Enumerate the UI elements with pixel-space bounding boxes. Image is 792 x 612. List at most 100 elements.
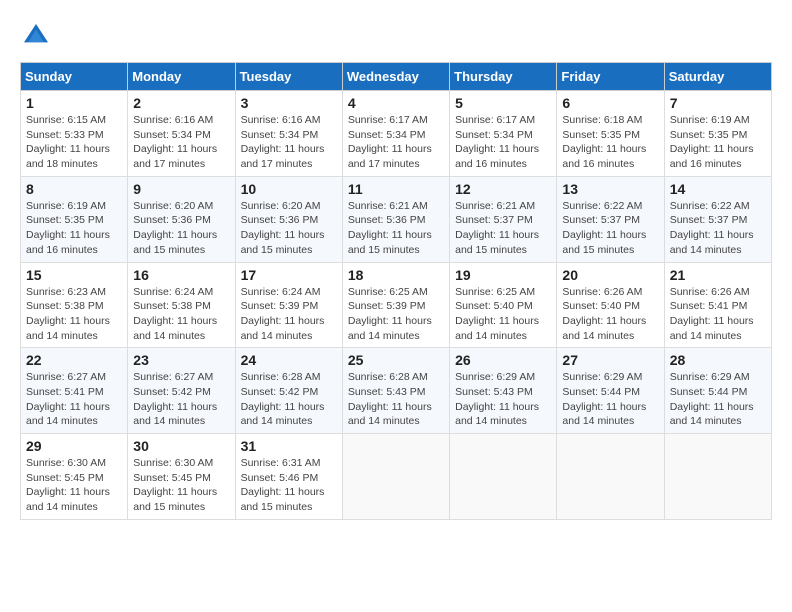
- calendar-day-header: Monday: [128, 63, 235, 91]
- calendar-day-cell: 19 Sunrise: 6:25 AMSunset: 5:40 PMDaylig…: [450, 262, 557, 348]
- day-number: 20: [562, 267, 658, 283]
- calendar-day-cell: 15 Sunrise: 6:23 AMSunset: 5:38 PMDaylig…: [21, 262, 128, 348]
- day-detail: Sunrise: 6:18 AMSunset: 5:35 PMDaylight:…: [562, 113, 658, 172]
- calendar-day-cell: 11 Sunrise: 6:21 AMSunset: 5:36 PMDaylig…: [342, 176, 449, 262]
- calendar-week-row: 1 Sunrise: 6:15 AMSunset: 5:33 PMDayligh…: [21, 91, 772, 177]
- day-number: 28: [670, 352, 766, 368]
- calendar-day-cell: 12 Sunrise: 6:21 AMSunset: 5:37 PMDaylig…: [450, 176, 557, 262]
- calendar-day-cell: 21 Sunrise: 6:26 AMSunset: 5:41 PMDaylig…: [664, 262, 771, 348]
- calendar-day-cell: 28 Sunrise: 6:29 AMSunset: 5:44 PMDaylig…: [664, 348, 771, 434]
- calendar-day-header: Tuesday: [235, 63, 342, 91]
- calendar-day-header: Wednesday: [342, 63, 449, 91]
- day-detail: Sunrise: 6:27 AMSunset: 5:41 PMDaylight:…: [26, 370, 122, 429]
- day-detail: Sunrise: 6:25 AMSunset: 5:40 PMDaylight:…: [455, 285, 551, 344]
- day-detail: Sunrise: 6:27 AMSunset: 5:42 PMDaylight:…: [133, 370, 229, 429]
- calendar-day-cell: 4 Sunrise: 6:17 AMSunset: 5:34 PMDayligh…: [342, 91, 449, 177]
- calendar-day-cell: 25 Sunrise: 6:28 AMSunset: 5:43 PMDaylig…: [342, 348, 449, 434]
- day-number: 16: [133, 267, 229, 283]
- day-number: 2: [133, 95, 229, 111]
- calendar-day-cell: 20 Sunrise: 6:26 AMSunset: 5:40 PMDaylig…: [557, 262, 664, 348]
- day-detail: Sunrise: 6:30 AMSunset: 5:45 PMDaylight:…: [26, 456, 122, 515]
- day-detail: Sunrise: 6:16 AMSunset: 5:34 PMDaylight:…: [241, 113, 337, 172]
- day-number: 13: [562, 181, 658, 197]
- calendar-day-cell: 26 Sunrise: 6:29 AMSunset: 5:43 PMDaylig…: [450, 348, 557, 434]
- calendar-day-cell: [342, 434, 449, 520]
- day-detail: Sunrise: 6:20 AMSunset: 5:36 PMDaylight:…: [133, 199, 229, 258]
- calendar-day-cell: 30 Sunrise: 6:30 AMSunset: 5:45 PMDaylig…: [128, 434, 235, 520]
- calendar-day-cell: 27 Sunrise: 6:29 AMSunset: 5:44 PMDaylig…: [557, 348, 664, 434]
- calendar-week-row: 22 Sunrise: 6:27 AMSunset: 5:41 PMDaylig…: [21, 348, 772, 434]
- day-detail: Sunrise: 6:24 AMSunset: 5:38 PMDaylight:…: [133, 285, 229, 344]
- calendar-day-cell: 13 Sunrise: 6:22 AMSunset: 5:37 PMDaylig…: [557, 176, 664, 262]
- day-number: 19: [455, 267, 551, 283]
- calendar-body: 1 Sunrise: 6:15 AMSunset: 5:33 PMDayligh…: [21, 91, 772, 520]
- calendar-header-row: SundayMondayTuesdayWednesdayThursdayFrid…: [21, 63, 772, 91]
- logo: [20, 20, 56, 52]
- calendar-day-header: Sunday: [21, 63, 128, 91]
- day-detail: Sunrise: 6:31 AMSunset: 5:46 PMDaylight:…: [241, 456, 337, 515]
- day-number: 10: [241, 181, 337, 197]
- day-number: 12: [455, 181, 551, 197]
- day-number: 1: [26, 95, 122, 111]
- day-number: 11: [348, 181, 444, 197]
- day-number: 23: [133, 352, 229, 368]
- calendar-day-cell: 1 Sunrise: 6:15 AMSunset: 5:33 PMDayligh…: [21, 91, 128, 177]
- calendar-day-cell: [664, 434, 771, 520]
- calendar-day-cell: [557, 434, 664, 520]
- day-number: 24: [241, 352, 337, 368]
- day-number: 21: [670, 267, 766, 283]
- day-number: 9: [133, 181, 229, 197]
- day-detail: Sunrise: 6:15 AMSunset: 5:33 PMDaylight:…: [26, 113, 122, 172]
- page-header: [20, 20, 772, 52]
- calendar-day-cell: 10 Sunrise: 6:20 AMSunset: 5:36 PMDaylig…: [235, 176, 342, 262]
- day-detail: Sunrise: 6:22 AMSunset: 5:37 PMDaylight:…: [670, 199, 766, 258]
- calendar-table: SundayMondayTuesdayWednesdayThursdayFrid…: [20, 62, 772, 520]
- calendar-day-header: Friday: [557, 63, 664, 91]
- calendar-day-cell: 22 Sunrise: 6:27 AMSunset: 5:41 PMDaylig…: [21, 348, 128, 434]
- calendar-week-row: 15 Sunrise: 6:23 AMSunset: 5:38 PMDaylig…: [21, 262, 772, 348]
- day-detail: Sunrise: 6:17 AMSunset: 5:34 PMDaylight:…: [455, 113, 551, 172]
- calendar-day-cell: 3 Sunrise: 6:16 AMSunset: 5:34 PMDayligh…: [235, 91, 342, 177]
- day-detail: Sunrise: 6:21 AMSunset: 5:36 PMDaylight:…: [348, 199, 444, 258]
- calendar-day-header: Thursday: [450, 63, 557, 91]
- calendar-day-cell: 2 Sunrise: 6:16 AMSunset: 5:34 PMDayligh…: [128, 91, 235, 177]
- day-detail: Sunrise: 6:22 AMSunset: 5:37 PMDaylight:…: [562, 199, 658, 258]
- day-detail: Sunrise: 6:30 AMSunset: 5:45 PMDaylight:…: [133, 456, 229, 515]
- calendar-day-cell: 9 Sunrise: 6:20 AMSunset: 5:36 PMDayligh…: [128, 176, 235, 262]
- day-number: 15: [26, 267, 122, 283]
- day-detail: Sunrise: 6:28 AMSunset: 5:42 PMDaylight:…: [241, 370, 337, 429]
- day-number: 27: [562, 352, 658, 368]
- day-detail: Sunrise: 6:19 AMSunset: 5:35 PMDaylight:…: [670, 113, 766, 172]
- day-detail: Sunrise: 6:19 AMSunset: 5:35 PMDaylight:…: [26, 199, 122, 258]
- day-number: 31: [241, 438, 337, 454]
- day-detail: Sunrise: 6:25 AMSunset: 5:39 PMDaylight:…: [348, 285, 444, 344]
- day-detail: Sunrise: 6:20 AMSunset: 5:36 PMDaylight:…: [241, 199, 337, 258]
- calendar-week-row: 8 Sunrise: 6:19 AMSunset: 5:35 PMDayligh…: [21, 176, 772, 262]
- calendar-day-cell: 29 Sunrise: 6:30 AMSunset: 5:45 PMDaylig…: [21, 434, 128, 520]
- calendar-day-cell: 7 Sunrise: 6:19 AMSunset: 5:35 PMDayligh…: [664, 91, 771, 177]
- day-detail: Sunrise: 6:26 AMSunset: 5:41 PMDaylight:…: [670, 285, 766, 344]
- day-detail: Sunrise: 6:26 AMSunset: 5:40 PMDaylight:…: [562, 285, 658, 344]
- day-detail: Sunrise: 6:29 AMSunset: 5:43 PMDaylight:…: [455, 370, 551, 429]
- calendar-day-header: Saturday: [664, 63, 771, 91]
- calendar-day-cell: [450, 434, 557, 520]
- day-detail: Sunrise: 6:23 AMSunset: 5:38 PMDaylight:…: [26, 285, 122, 344]
- day-detail: Sunrise: 6:16 AMSunset: 5:34 PMDaylight:…: [133, 113, 229, 172]
- day-number: 25: [348, 352, 444, 368]
- day-number: 22: [26, 352, 122, 368]
- calendar-day-cell: 16 Sunrise: 6:24 AMSunset: 5:38 PMDaylig…: [128, 262, 235, 348]
- calendar-week-row: 29 Sunrise: 6:30 AMSunset: 5:45 PMDaylig…: [21, 434, 772, 520]
- day-number: 30: [133, 438, 229, 454]
- day-detail: Sunrise: 6:21 AMSunset: 5:37 PMDaylight:…: [455, 199, 551, 258]
- day-number: 26: [455, 352, 551, 368]
- day-detail: Sunrise: 6:29 AMSunset: 5:44 PMDaylight:…: [670, 370, 766, 429]
- day-number: 3: [241, 95, 337, 111]
- calendar-day-cell: 31 Sunrise: 6:31 AMSunset: 5:46 PMDaylig…: [235, 434, 342, 520]
- calendar-day-cell: 23 Sunrise: 6:27 AMSunset: 5:42 PMDaylig…: [128, 348, 235, 434]
- day-detail: Sunrise: 6:24 AMSunset: 5:39 PMDaylight:…: [241, 285, 337, 344]
- calendar-day-cell: 14 Sunrise: 6:22 AMSunset: 5:37 PMDaylig…: [664, 176, 771, 262]
- day-number: 29: [26, 438, 122, 454]
- calendar-day-cell: 24 Sunrise: 6:28 AMSunset: 5:42 PMDaylig…: [235, 348, 342, 434]
- day-detail: Sunrise: 6:29 AMSunset: 5:44 PMDaylight:…: [562, 370, 658, 429]
- day-number: 18: [348, 267, 444, 283]
